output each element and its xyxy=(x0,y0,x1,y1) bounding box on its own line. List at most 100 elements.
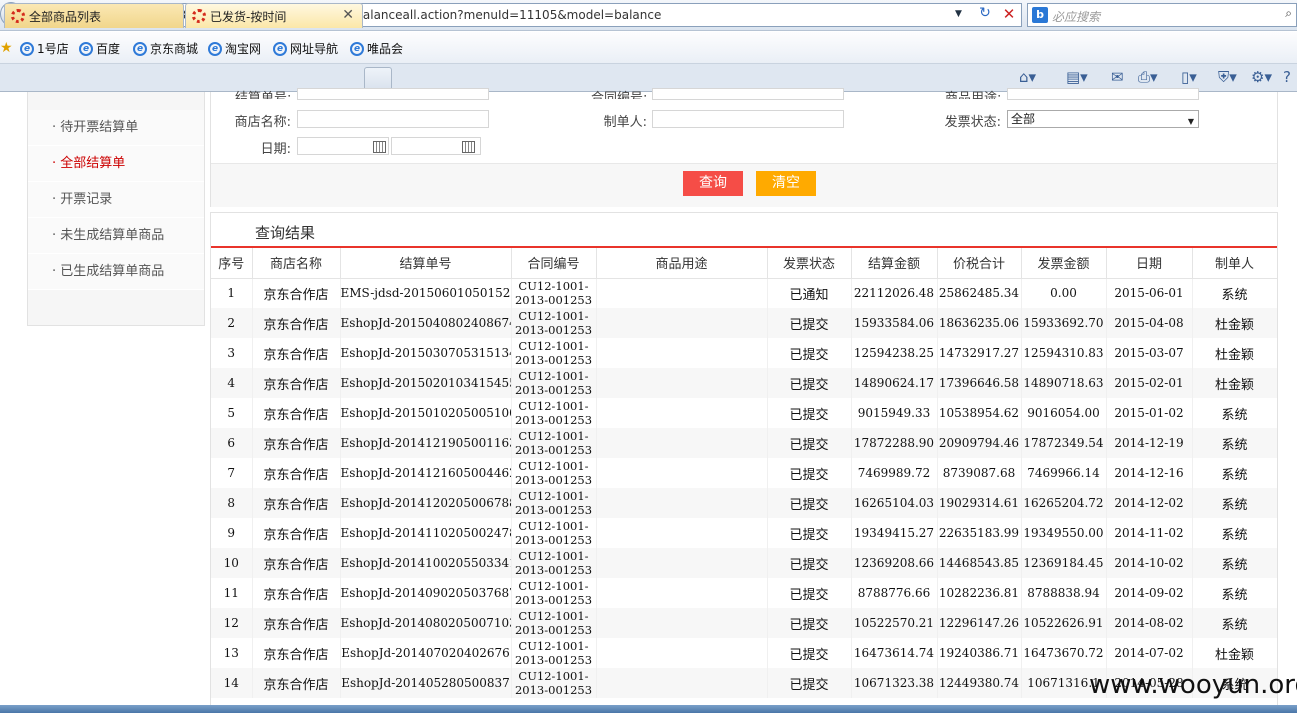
table-cell: 京东合作店 xyxy=(252,308,341,338)
table-row[interactable]: 5 京东合作店 EshopJd-20150102050051006 CU12-1001… xyxy=(211,398,1277,428)
table-cell: 2014-07-02 xyxy=(1106,638,1193,668)
table-cell: 6 xyxy=(211,428,253,458)
shop-name-input[interactable] xyxy=(297,110,489,128)
table-cell xyxy=(596,458,768,488)
table-cell: 10538954.62 xyxy=(937,398,1022,428)
table-cell xyxy=(596,368,768,398)
table-cell: 14 xyxy=(211,668,253,698)
table-row[interactable]: 2 京东合作店 EshopJd-20150408024086748 CU12-1001… xyxy=(211,308,1277,338)
contract-no-cell: CU12-1001- 2013-001253 xyxy=(511,338,597,368)
usage-input[interactable] xyxy=(1007,88,1199,100)
contract-no-cell: CU12-1001- 2013-001253 xyxy=(511,548,597,578)
search-icon[interactable]: ⌕ xyxy=(1285,6,1292,21)
table-cell xyxy=(596,488,768,518)
contract-no-line2: 2013-001253 xyxy=(514,323,593,337)
favorite-link[interactable]: e 1号店 xyxy=(20,40,69,57)
table-row[interactable]: 1京东合作店EMS-jdsd-20150601050152100CU12-100… xyxy=(211,278,1277,308)
search-field[interactable]: b 必应搜索 ⌕ xyxy=(1027,3,1297,27)
favorite-link[interactable]: e 唯品会 xyxy=(350,40,403,57)
table-cell: 12449380.74 xyxy=(937,668,1022,698)
table-cell: 系统 xyxy=(1192,608,1277,638)
table-cell xyxy=(596,668,768,698)
mail-icon[interactable]: ✉ xyxy=(1111,68,1124,86)
table-cell: 10282236.81 xyxy=(937,578,1022,608)
table-row[interactable]: 10 京东合作店 EshopJd-20141002055033416 CU12-100… xyxy=(211,548,1277,578)
contract-no-line2: 2013-001253 xyxy=(514,443,593,457)
sidebar-item-all-settlements[interactable]: · 全部结算单 xyxy=(28,146,204,182)
site-favicon-icon xyxy=(11,9,25,23)
contract-no-cell: CU12-1001- 2013-001253 xyxy=(511,608,597,638)
table-cell: 系统 xyxy=(1192,458,1277,488)
table-cell: 2015-06-01 xyxy=(1106,278,1193,308)
url-dropdown-icon[interactable]: ▼ xyxy=(955,9,962,19)
ie-page-icon: e xyxy=(79,41,93,56)
table-cell: 17872349.54 xyxy=(1021,428,1107,458)
results-table: 序号 商店名称 结算单号 合同编号 商品用途 发票状态 结算金额 价税合计 发票金额 日期 制单人 … xyxy=(211,248,1277,698)
ie-page-icon: e xyxy=(273,41,287,56)
sidebar-item-pending-invoice[interactable]: · 待开票结算单 xyxy=(28,110,204,146)
favorite-link[interactable]: e 京东商城 xyxy=(133,40,198,57)
creator-input[interactable] xyxy=(652,110,844,128)
invoice-status-select[interactable]: 全部 ▼ xyxy=(1007,110,1199,128)
table-cell: 系统 xyxy=(1192,488,1277,518)
table-cell: 10522626.91 xyxy=(1021,608,1107,638)
table-row[interactable]: 11 京东合作店 EshopJd-20140902050376873 CU12-100… xyxy=(211,578,1277,608)
favorite-link[interactable]: e 淘宝网 xyxy=(208,40,261,57)
tab-label[interactable]: 已发货-按时间 xyxy=(210,8,286,25)
favorite-link[interactable]: e 百度 xyxy=(79,40,120,57)
calendar-icon[interactable] xyxy=(462,141,475,153)
settlement-no-label: 结算单号: xyxy=(235,91,291,99)
table-cell: 4 xyxy=(211,368,253,398)
page-icon[interactable]: ▯▾ xyxy=(1181,68,1197,86)
table-row[interactable]: 13 京东合作店 EshopJd-201407020402676 CU12-1001-… xyxy=(211,638,1277,668)
search-placeholder[interactable]: 必应搜索 xyxy=(1052,8,1100,25)
table-row[interactable]: 4 京东合作店 EshopJd-20150201034154558 CU12-1001… xyxy=(211,368,1277,398)
close-tab-icon[interactable]: ✕ xyxy=(342,7,354,23)
tools-gear-icon[interactable]: ⚙▾ xyxy=(1251,68,1272,86)
table-row[interactable]: 12 京东合作店 EshopJd-20140802050071036 CU12-100… xyxy=(211,608,1277,638)
table-row[interactable]: 8 京东合作店 EshopJd-20141202050067886 CU12-1001… xyxy=(211,488,1277,518)
contract-no-line1: CU12-1001- xyxy=(518,489,589,503)
tab-product-list[interactable]: 全部商品列表 xyxy=(4,3,184,28)
safety-icon[interactable]: ⛨▾ xyxy=(1218,68,1237,86)
tab-shipped-by-time[interactable]: 已发货-按时间 ✕ xyxy=(185,3,363,28)
table-cell: 19349415.27 xyxy=(851,518,938,548)
settlement-no-input[interactable] xyxy=(297,88,489,100)
contract-no-cell: CU12-1001- 2013-001253 xyxy=(511,398,597,428)
contract-no-cell: CU12-1001- 2013-001253 xyxy=(511,428,597,458)
sidebar-item-settled-goods[interactable]: · 已生成结算单商品 xyxy=(28,254,204,290)
contract-no-line2: 2013-001253 xyxy=(514,503,593,517)
table-cell: 已提交 xyxy=(767,668,852,698)
refresh-icon[interactable]: ↻ xyxy=(975,5,995,25)
table-row[interactable]: 3 京东合作店 EshopJd-20150307053151345 CU12-1001… xyxy=(211,338,1277,368)
contract-no-line2: 2013-001253 xyxy=(514,683,593,697)
contract-no-cell: CU12-1001- 2013-001253 xyxy=(511,518,597,548)
feeds-icon[interactable]: ▤▾ xyxy=(1066,68,1088,86)
table-cell: EshopJd-20150102050051006 xyxy=(340,398,512,428)
table-cell: 京东合作店 xyxy=(252,668,341,698)
home-icon[interactable]: ⌂▾ xyxy=(1019,68,1036,86)
table-row[interactable]: 7 京东合作店 EshopJd-20141216050044624 CU12-1001… xyxy=(211,458,1277,488)
table-row[interactable]: 9 京东合作店 EshopJd-20141102050024783 CU12-1001… xyxy=(211,518,1277,548)
table-cell: 9016054.00 xyxy=(1021,398,1107,428)
help-icon[interactable]: ? xyxy=(1283,68,1291,86)
query-button[interactable]: 查询 xyxy=(683,171,743,196)
print-icon[interactable]: ⎙▾ xyxy=(1138,68,1158,86)
favorite-link[interactable]: e 网址导航 xyxy=(273,40,338,57)
table-cell: 京东合作店 xyxy=(252,608,341,638)
table-cell: 17396646.58 xyxy=(937,368,1022,398)
favorites-star-icon[interactable]: ★ xyxy=(0,40,13,56)
tab-label[interactable]: 全部商品列表 xyxy=(29,8,101,25)
table-cell: 2 xyxy=(211,308,253,338)
table-cell: EshopJd-20140902050376873 xyxy=(340,578,512,608)
table-cell: 2014-12-16 xyxy=(1106,458,1193,488)
ie-page-icon: e xyxy=(208,41,222,56)
sidebar-item-invoice-records[interactable]: · 开票记录 xyxy=(28,182,204,218)
stop-icon[interactable]: ✕ xyxy=(999,5,1019,25)
table-row[interactable]: 6 京东合作店 EshopJd-20141219050011631 CU12-1001… xyxy=(211,428,1277,458)
contract-no-input[interactable] xyxy=(652,88,844,100)
calendar-icon[interactable] xyxy=(373,141,386,153)
sidebar-item-unsettled-goods[interactable]: · 未生成结算单商品 xyxy=(28,218,204,254)
table-cell: 2015-03-07 xyxy=(1106,338,1193,368)
clear-button[interactable]: 清空 xyxy=(756,171,816,196)
